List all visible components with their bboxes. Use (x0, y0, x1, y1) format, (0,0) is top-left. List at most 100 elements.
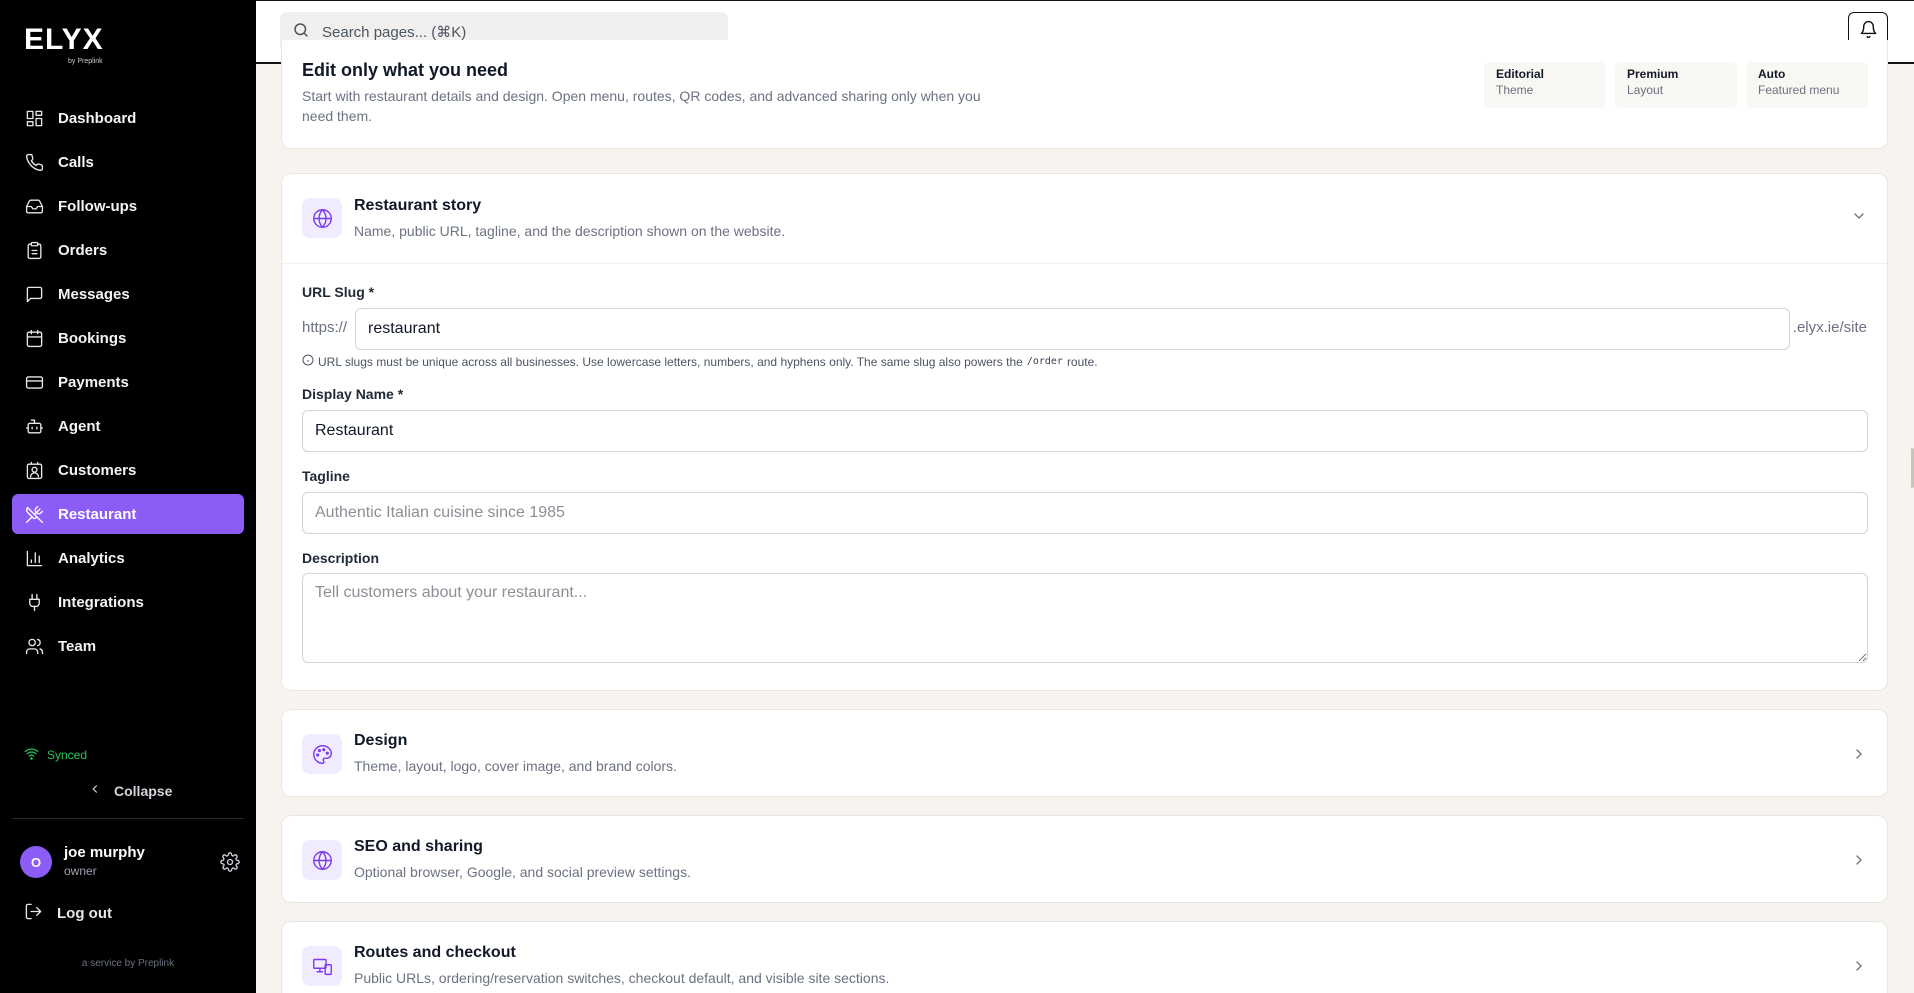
calendar-icon (24, 328, 44, 348)
url-slug-hint: URL slugs must be unique across all busi… (302, 354, 1098, 369)
section-description: Theme, layout, logo, cover image, and br… (354, 758, 677, 774)
stat-label: Layout (1627, 83, 1664, 97)
collapse-button[interactable]: Collapse (88, 782, 172, 799)
section-divider (282, 263, 1887, 264)
sidebar-item-label: Dashboard (58, 109, 137, 127)
sidebar-item-label: Orders (58, 241, 108, 259)
sidebar-nav: Dashboard Calls Follow-ups Orders Messag… (12, 98, 244, 670)
section-title: Restaurant story (354, 197, 482, 214)
stat-label: Featured menu (1758, 83, 1840, 97)
palette-icon (302, 734, 342, 774)
restaurant-story-header[interactable]: Restaurant story Name, public URL, tagli… (282, 174, 1887, 264)
sidebar-divider (12, 818, 244, 819)
stat-featured-menu: Auto Featured menu (1746, 62, 1868, 108)
sidebar: ELYX by Preplink Dashboard Calls Follow-… (0, 0, 256, 993)
url-slug-label: URL Slug * (302, 284, 375, 300)
routes-checkout-section[interactable]: Routes and checkout Public URLs, orderin… (281, 921, 1888, 993)
tagline-label: Tagline (302, 468, 350, 484)
sidebar-item-restaurant[interactable]: Restaurant (12, 494, 244, 534)
logout-label: Log out (57, 905, 112, 922)
description-label: Description (302, 550, 380, 566)
hint-text-end: route. (1066, 354, 1098, 369)
sidebar-item-customers[interactable]: Customers (12, 450, 244, 490)
stat-theme: Editorial Theme (1484, 62, 1606, 108)
restaurant-story-section: Restaurant story Name, public URL, tagli… (281, 173, 1888, 691)
sidebar-item-bookings[interactable]: Bookings (12, 318, 244, 358)
logout-button[interactable]: Log out (24, 902, 112, 925)
collapse-label: Collapse (114, 782, 173, 799)
sidebar-item-label: Integrations (58, 593, 144, 611)
brand-logo[interactable]: ELYX by Preplink (24, 23, 104, 66)
stat-value: Auto (1758, 67, 1786, 81)
sidebar-item-label: Restaurant (58, 505, 137, 523)
wifi-icon (24, 746, 47, 764)
plug-icon (24, 592, 44, 612)
sidebar-item-team[interactable]: Team (12, 626, 244, 666)
globe-icon (302, 198, 342, 238)
display-name-label: Display Name * (302, 386, 404, 402)
tagline-input[interactable] (302, 492, 1868, 534)
devices-icon (302, 946, 342, 986)
clipboard-icon (24, 240, 44, 260)
globe-icon (302, 840, 342, 880)
section-description: Optional browser, Google, and social pre… (354, 864, 691, 880)
user-profile: O joe murphy owner (20, 844, 240, 880)
section-title: Routes and checkout (354, 944, 516, 961)
stat-value: Editorial (1496, 67, 1545, 81)
section-title: Design (354, 732, 408, 749)
brand-name: ELYX (24, 23, 104, 56)
display-name-input[interactable] (302, 410, 1868, 452)
sidebar-item-calls[interactable]: Calls (12, 142, 244, 182)
contact-icon (24, 460, 44, 480)
intro-description: Start with restaurant details and design… (302, 88, 981, 124)
logout-icon (24, 902, 57, 925)
sidebar-item-agent[interactable]: Agent (12, 406, 244, 446)
sidebar-item-label: Payments (58, 373, 129, 391)
avatar[interactable]: O (20, 846, 52, 878)
sidebar-item-analytics[interactable]: Analytics (12, 538, 244, 578)
description-textarea[interactable] (302, 573, 1868, 663)
seo-sharing-section[interactable]: SEO and sharing Optional browser, Google… (281, 815, 1888, 903)
hint-text: URL slugs must be unique across all busi… (318, 354, 1023, 369)
users-icon (24, 636, 44, 656)
stat-value: Premium (1627, 67, 1679, 81)
chevron-left-icon (88, 782, 114, 799)
inbox-icon (24, 196, 44, 216)
utensils-icon (24, 504, 44, 524)
search-placeholder: Search pages... (⌘K) (322, 24, 467, 41)
section-title: SEO and sharing (354, 838, 483, 855)
sidebar-item-orders[interactable]: Orders (12, 230, 244, 270)
sidebar-item-label: Agent (58, 417, 101, 435)
url-suffix: .elyx.ie/site (1792, 319, 1867, 336)
bot-icon (24, 416, 44, 436)
intro-title: Edit only what you need (302, 60, 509, 80)
phone-icon (24, 152, 44, 172)
url-prefix: https:// (302, 319, 348, 336)
user-role: owner (64, 864, 97, 878)
service-credit: a service by Preplink (81, 958, 175, 969)
stat-label: Theme (1496, 83, 1534, 97)
sidebar-item-label: Customers (58, 461, 137, 479)
message-icon (24, 284, 44, 304)
sidebar-item-label: Calls (58, 153, 94, 171)
stat-layout: Premium Layout (1615, 62, 1737, 108)
sidebar-item-label: Follow-ups (58, 197, 138, 215)
sidebar-item-label: Team (58, 637, 97, 655)
sidebar-item-follow-ups[interactable]: Follow-ups (12, 186, 244, 226)
url-slug-input[interactable] (355, 308, 1790, 350)
gear-icon[interactable] (220, 852, 240, 872)
sync-status: Synced (24, 746, 87, 764)
credit-card-icon (24, 372, 44, 392)
chevron-right-icon (1851, 852, 1867, 868)
sidebar-item-messages[interactable]: Messages (12, 274, 244, 314)
sidebar-item-integrations[interactable]: Integrations (12, 582, 244, 622)
sidebar-item-payments[interactable]: Payments (12, 362, 244, 402)
info-icon (302, 354, 318, 369)
design-section[interactable]: Design Theme, layout, logo, cover image,… (281, 709, 1888, 797)
user-name: joe murphy (64, 844, 145, 861)
section-description: Public URLs, ordering/reservation switch… (354, 970, 890, 986)
sidebar-item-dashboard[interactable]: Dashboard (12, 98, 244, 138)
sync-status-label: Synced (47, 748, 88, 762)
sidebar-item-label: Messages (58, 285, 130, 303)
dashboard-icon (24, 108, 44, 128)
